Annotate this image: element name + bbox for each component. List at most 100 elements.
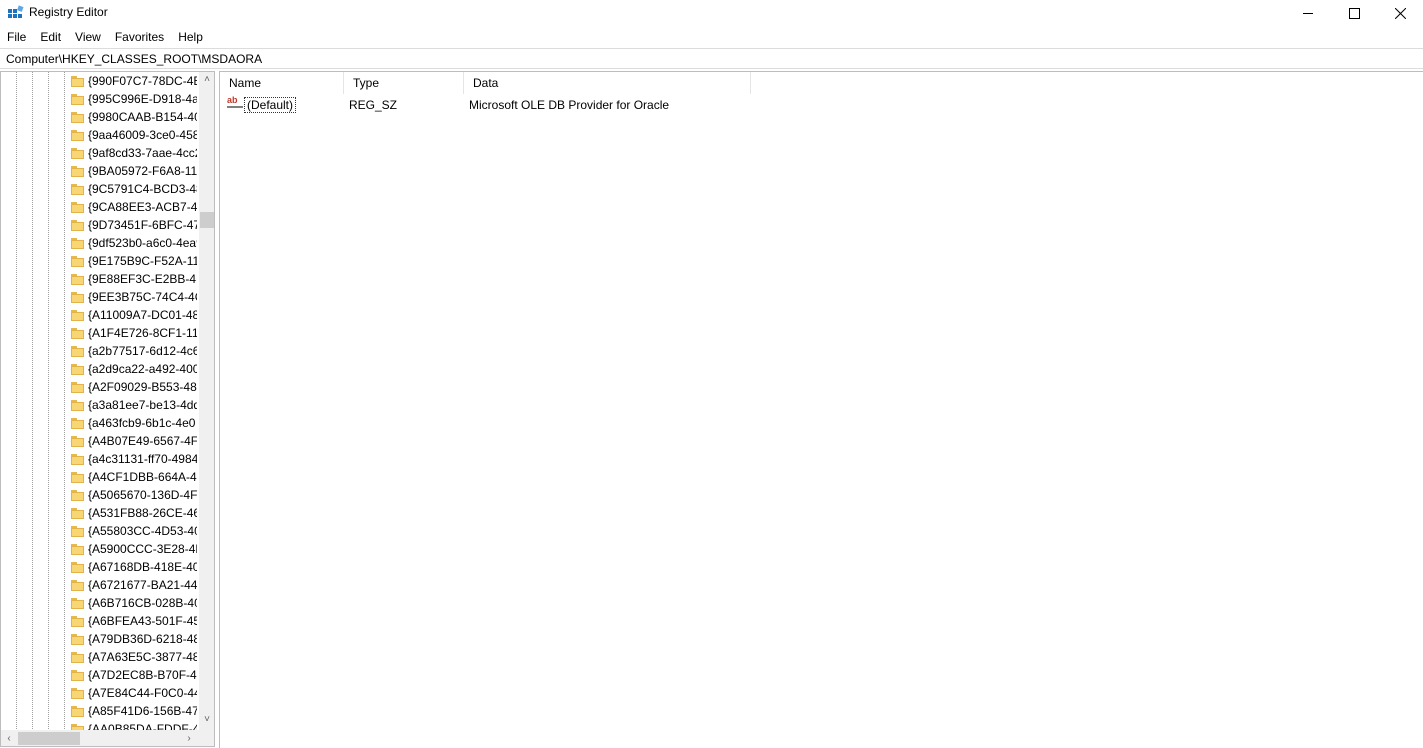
tree-horizontal-scrollbar[interactable]: ‹ › xyxy=(1,730,199,746)
scroll-corner xyxy=(199,730,214,746)
tree-item[interactable]: {990F07C7-78DC-4BI xyxy=(71,72,197,90)
folder-icon xyxy=(71,291,84,303)
value-row-default[interactable]: ab (Default) REG_SZ Microsoft OLE DB Pro… xyxy=(220,94,1220,116)
column-header-data[interactable]: Data xyxy=(464,72,751,94)
folder-icon xyxy=(71,525,84,537)
tree-item[interactable]: {A4B07E49-6567-4FB xyxy=(71,432,197,450)
folder-icon xyxy=(71,165,84,177)
tree-item-label: {A5065670-136D-4FD xyxy=(88,488,197,502)
tree-item[interactable]: {a463fcb9-6b1c-4e0 xyxy=(71,414,197,432)
tree-item[interactable]: {9BA05972-F6A8-11C xyxy=(71,162,197,180)
tree-item[interactable]: {9EE3B75C-74C4-4C xyxy=(71,288,197,306)
menu-edit[interactable]: Edit xyxy=(40,28,61,48)
tree-item-label: {990F07C7-78DC-4BI xyxy=(88,74,197,88)
tree-item[interactable]: {a3a81ee7-be13-4dd xyxy=(71,396,197,414)
tree-item-label: {9E175B9C-F52A-11D xyxy=(88,254,197,268)
tree-item[interactable]: {A79DB36D-6218-48 xyxy=(71,630,197,648)
folder-icon xyxy=(71,219,84,231)
tree-item[interactable]: {9af8cd33-7aae-4cc2 xyxy=(71,144,197,162)
tree-item[interactable]: {9df523b0-a6c0-4ea9 xyxy=(71,234,197,252)
menu-file[interactable]: File xyxy=(7,28,26,48)
tree-item[interactable]: {9CA88EE3-ACB7-47 xyxy=(71,198,197,216)
address-bar[interactable]: Computer\HKEY_CLASSES_ROOT\MSDAORA xyxy=(0,48,1423,69)
tree-item[interactable]: {a2b77517-6d12-4c6 xyxy=(71,342,197,360)
menu-help[interactable]: Help xyxy=(178,28,203,48)
tree-item[interactable]: {A55803CC-4D53-40 xyxy=(71,522,197,540)
tree-vertical-scrollbar[interactable]: ˄ ˅ xyxy=(199,72,214,730)
column-header-name[interactable]: Name xyxy=(220,72,344,94)
tree-item[interactable]: {A4CF1DBB-664A-46 xyxy=(71,468,197,486)
title-bar: Registry Editor xyxy=(0,0,1423,26)
tree-item[interactable]: {A5900CCC-3E28-4F xyxy=(71,540,197,558)
tree-item-label: {A6BFEA43-501F-456 xyxy=(88,614,197,628)
tree-item[interactable]: {A85F41D6-156B-470 xyxy=(71,702,197,720)
folder-icon xyxy=(71,255,84,267)
scroll-right-arrow[interactable]: › xyxy=(181,730,197,746)
folder-icon xyxy=(71,471,84,483)
tree-connector-lines xyxy=(16,72,65,732)
scroll-left-arrow[interactable]: ‹ xyxy=(1,730,17,746)
tree-item[interactable]: {A2F09029-B553-482 xyxy=(71,378,197,396)
scroll-up-arrow[interactable]: ˄ xyxy=(199,72,214,88)
tree-item-label: {A2F09029-B553-482 xyxy=(88,380,197,394)
tree-pane[interactable]: {990F07C7-78DC-4BI {995C996E-D918-4a8 {998… xyxy=(0,71,215,747)
folder-icon xyxy=(71,705,84,717)
tree-item[interactable]: {a4c31131-ff70-4984 xyxy=(71,450,197,468)
folder-icon xyxy=(71,237,84,249)
tree-item-label: {9E88EF3C-E2BB-4E5 xyxy=(88,272,197,286)
tree-item-label: {a4c31131-ff70-4984 xyxy=(88,452,197,466)
value-name[interactable]: (Default) xyxy=(244,97,297,113)
tree-item[interactable]: {9C5791C4-BCD3-48 xyxy=(71,180,197,198)
menu-bar: File Edit View Favorites Help xyxy=(0,28,203,48)
maximize-icon xyxy=(1348,7,1360,19)
tree-item[interactable]: {A531FB88-26CE-467 xyxy=(71,504,197,522)
tree-item[interactable]: {9aa46009-3ce0-458 xyxy=(71,126,197,144)
tree-item[interactable]: {a2d9ca22-a492-400 xyxy=(71,360,197,378)
folder-icon xyxy=(71,597,84,609)
values-pane[interactable]: Name Type Data ab (Default) REG_SZ Micro… xyxy=(219,71,1423,748)
tree-horizontal-scroll-thumb[interactable] xyxy=(18,732,80,745)
tree-item[interactable]: {9E175B9C-F52A-11D xyxy=(71,252,197,270)
tree-item[interactable]: {995C996E-D918-4a8 xyxy=(71,90,197,108)
tree-item-label: {A85F41D6-156B-470 xyxy=(88,704,197,718)
tree-item-label: {a463fcb9-6b1c-4e0 xyxy=(88,416,196,430)
column-header-type[interactable]: Type xyxy=(344,72,464,94)
tree-item[interactable]: {A67168DB-418E-408 xyxy=(71,558,197,576)
tree-item-label: {A6B716CB-028B-40 xyxy=(88,596,197,610)
tree-item-label: {A5900CCC-3E28-4F xyxy=(88,542,197,556)
menu-view[interactable]: View xyxy=(75,28,101,48)
registry-editor-icon xyxy=(8,5,24,18)
minimize-button[interactable] xyxy=(1285,0,1331,26)
tree-item-label: {A4CF1DBB-664A-46 xyxy=(88,470,197,484)
tree-item[interactable]: {A1F4E726-8CF1-11D xyxy=(71,324,197,342)
tree-item-label: {A7A63E5C-3877-484 xyxy=(88,650,197,664)
folder-icon xyxy=(71,93,84,105)
tree-item-label: {9980CAAB-B154-40 xyxy=(88,110,197,124)
tree-item[interactable]: {A7E84C44-F0C0-44F xyxy=(71,684,197,702)
folder-icon xyxy=(71,579,84,591)
tree-item[interactable]: {9980CAAB-B154-40 xyxy=(71,108,197,126)
folder-icon xyxy=(71,417,84,429)
tree-item[interactable]: {A5065670-136D-4FD xyxy=(71,486,197,504)
tree-item[interactable]: {A11009A7-DC01-48 xyxy=(71,306,197,324)
folder-icon xyxy=(71,651,84,663)
scroll-down-arrow[interactable]: ˅ xyxy=(199,712,214,728)
tree-item[interactable]: {A6721677-BA21-44E xyxy=(71,576,197,594)
tree-item-label: {a3a81ee7-be13-4dd xyxy=(88,398,197,412)
menu-favorites[interactable]: Favorites xyxy=(115,28,164,48)
tree-item[interactable]: {A6B716CB-028B-40 xyxy=(71,594,197,612)
tree-item-label: {A1F4E726-8CF1-11D xyxy=(88,326,197,340)
tree-item[interactable]: {A7A63E5C-3877-484 xyxy=(71,648,197,666)
tree-item[interactable]: {A7D2EC8B-B70F-43 xyxy=(71,666,197,684)
folder-icon xyxy=(71,633,84,645)
tree-item[interactable]: {9D73451F-6BFC-47C xyxy=(71,216,197,234)
address-path[interactable]: Computer\HKEY_CLASSES_ROOT\MSDAORA xyxy=(6,52,262,66)
close-button[interactable] xyxy=(1377,0,1423,26)
maximize-button[interactable] xyxy=(1331,0,1377,26)
tree-item[interactable]: {A6BFEA43-501F-456 xyxy=(71,612,197,630)
folder-icon xyxy=(71,273,84,285)
tree-item-label: {995C996E-D918-4a8 xyxy=(88,92,197,106)
tree-vertical-scroll-thumb[interactable] xyxy=(200,212,214,228)
tree-item[interactable]: {9E88EF3C-E2BB-4E5 xyxy=(71,270,197,288)
tree-item-label: {a2d9ca22-a492-400 xyxy=(88,362,197,376)
